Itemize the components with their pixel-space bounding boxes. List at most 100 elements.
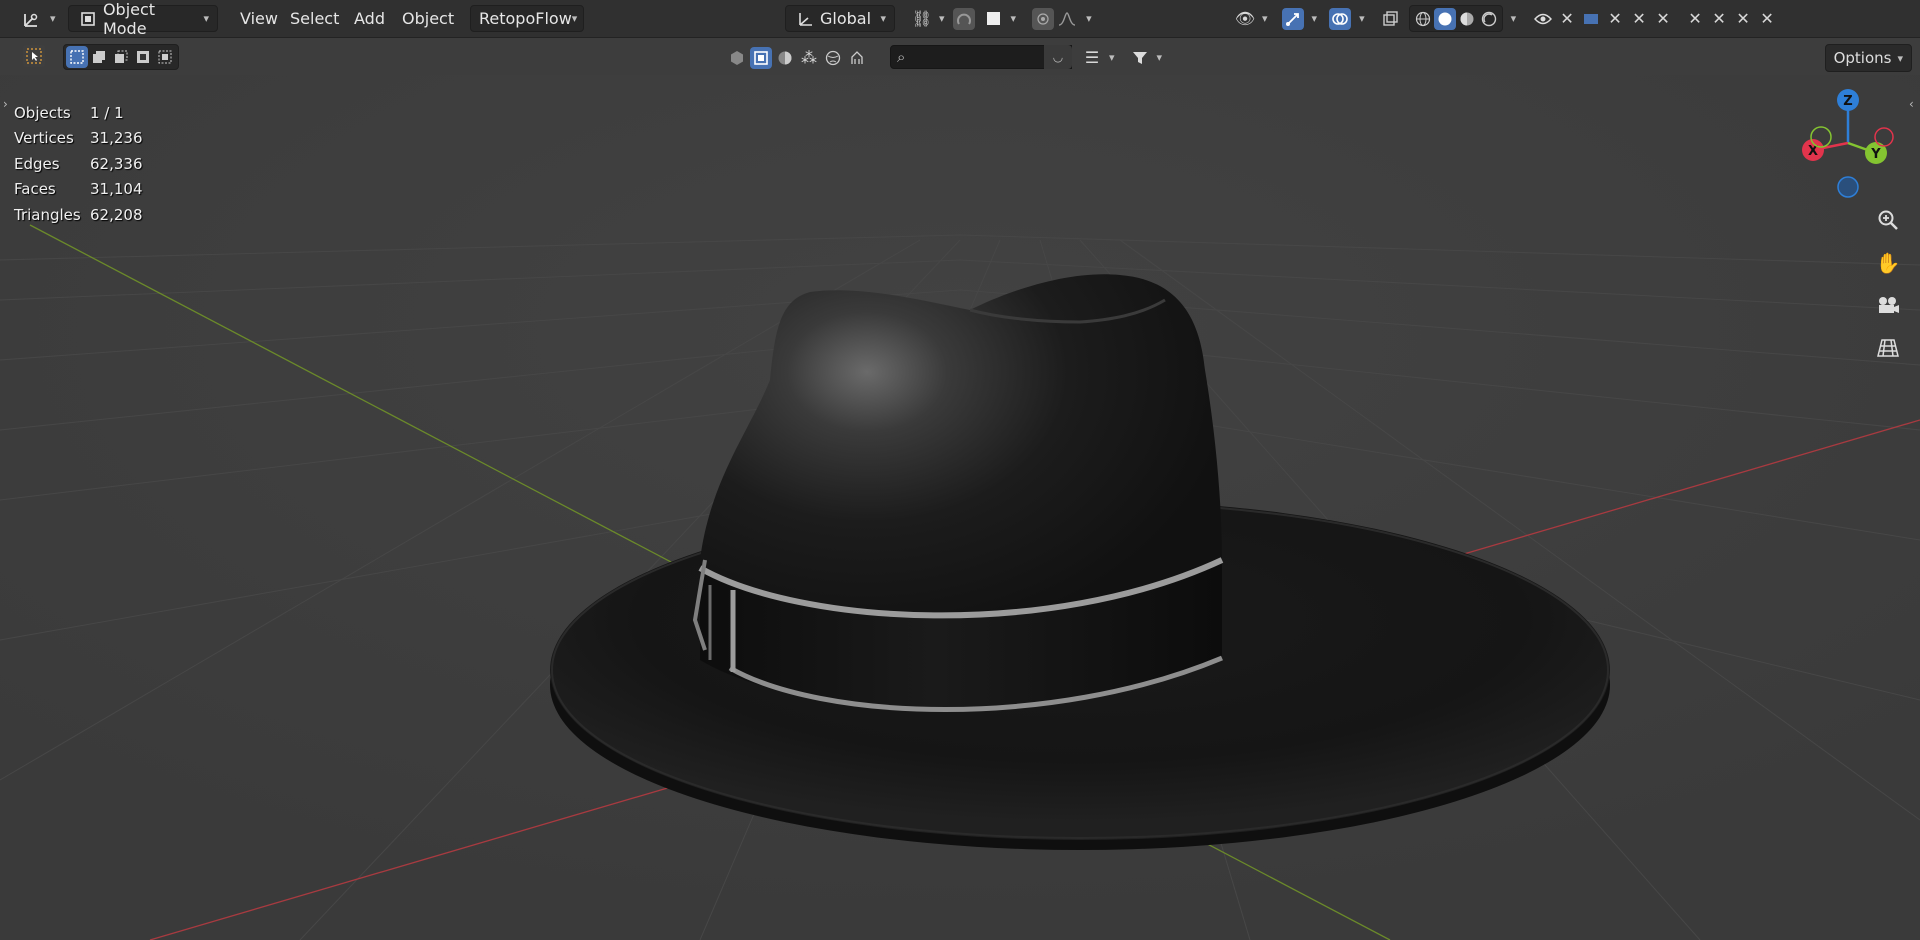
object-type-filters: ⁂	[726, 44, 868, 71]
gizmo-neg-x-axis[interactable]	[1874, 127, 1894, 147]
restrict-icon[interactable]	[1580, 8, 1602, 30]
restrict-icon[interactable]: ✕	[1556, 8, 1578, 30]
stat-value: 1 / 1	[90, 104, 124, 122]
overlays-toggle-icon[interactable]	[1329, 7, 1352, 30]
perspective-grid-icon[interactable]	[1871, 331, 1905, 365]
options-dropdown[interactable]: Options ▾	[1824, 44, 1912, 72]
stat-value: 62,336	[90, 154, 143, 173]
viewport-header: ▾ Object Mode ▾ View Select Add Object R…	[0, 0, 1920, 38]
orientation-label: Global	[820, 9, 872, 28]
display-mode-button[interactable]: ☰ ▾	[1075, 44, 1121, 71]
falloff-curve-icon[interactable]	[1056, 8, 1078, 30]
statistics-overlay: Objects 1 / 1 Vertices 31,236 Edges 62,336 …	[14, 101, 143, 228]
stat-label: Triangles	[14, 205, 81, 224]
filter-button[interactable]: ▾	[1123, 44, 1169, 71]
mode-label: Object Mode	[102, 0, 156, 38]
chevron-down-icon: ▾	[1010, 12, 1017, 25]
zoom-icon[interactable]	[1871, 203, 1905, 237]
stat-row-edges: Edges 62,336	[14, 152, 143, 177]
editor-type-button[interactable]: ▾	[16, 5, 62, 32]
object-select-icon[interactable]	[750, 46, 772, 69]
select-new-icon[interactable]	[66, 46, 88, 68]
pivot-point-button[interactable]: ⛓ ▾	[905, 5, 951, 32]
select-extend-icon[interactable]	[88, 46, 110, 68]
solid-shading-icon[interactable]	[1433, 7, 1456, 30]
chevron-down-icon[interactable]: ▾	[1312, 12, 1318, 25]
select-tool-icon[interactable]	[23, 45, 45, 67]
search-options-icon[interactable]: ◡	[1044, 45, 1072, 69]
gizmo-toggle-icon[interactable]	[1281, 7, 1304, 30]
eye-icon: 👁	[1234, 9, 1256, 28]
toolbar-expand-arrow-icon[interactable]: ›	[3, 97, 8, 111]
snap-toggle-icon[interactable]	[952, 7, 975, 30]
chevron-down-icon[interactable]: ▾	[1359, 12, 1365, 25]
restrict-icon[interactable]: ✕	[1732, 8, 1754, 30]
select-invert-icon[interactable]	[132, 46, 154, 68]
retopoflow-label: RetopoFlow	[479, 9, 572, 28]
camera-view-icon[interactable]	[1871, 288, 1905, 322]
orientation-dropdown[interactable]: Global ▾	[785, 5, 895, 32]
restrict-icon[interactable]: ✕	[1628, 8, 1650, 30]
shading-mode-group	[1408, 5, 1503, 32]
mode-dropdown[interactable]: Object Mode ▾	[68, 0, 218, 38]
restrict-icon[interactable]: ✕	[1684, 8, 1706, 30]
snap-element-button[interactable]: ▾	[977, 5, 1023, 32]
filter-funnel-icon	[1129, 47, 1151, 69]
orientation-icon	[794, 8, 816, 30]
3d-viewport[interactable]	[0, 75, 1920, 940]
restrict-icon[interactable]: ✕	[1604, 8, 1626, 30]
restrict-icon[interactable]: ✕	[1708, 8, 1730, 30]
selectability-button[interactable]: 👁 ▾	[1228, 5, 1274, 32]
wireframe-shading-icon[interactable]	[1412, 8, 1434, 30]
rendered-shading-icon[interactable]	[1478, 8, 1500, 30]
stat-row-faces: Faces 31,104	[14, 177, 143, 202]
stat-label: Faces	[14, 180, 56, 199]
chevron-down-icon: ▾	[203, 12, 209, 25]
menu-view[interactable]: View	[234, 5, 284, 32]
restrict-icon[interactable]: ✕	[1756, 8, 1778, 30]
navigation-gizmo[interactable]: Z X Y	[1790, 85, 1910, 205]
select-subtract-icon[interactable]	[110, 46, 132, 68]
search-icon: ⌕	[897, 48, 906, 66]
armature-icon[interactable]	[846, 47, 868, 69]
chevron-down-icon: ▾	[571, 12, 578, 25]
chevron-down-icon: ▾	[939, 12, 945, 25]
search-input[interactable]	[905, 48, 1050, 66]
menu-select[interactable]: Select	[284, 5, 345, 32]
menu-add[interactable]: Add	[348, 5, 391, 32]
select-intersect-icon[interactable]	[154, 46, 176, 68]
square-icon	[983, 8, 1005, 30]
link-icon: ⛓	[911, 9, 933, 28]
pivot-snap-group: ⛓ ▾ ▾ ▾	[905, 5, 1092, 32]
mesh-cube-icon[interactable]	[726, 47, 748, 69]
pan-hand-icon[interactable]: ✋	[1871, 246, 1905, 280]
stat-value: 31,104	[90, 180, 143, 199]
world-icon[interactable]	[822, 47, 844, 69]
material-sphere-icon[interactable]	[774, 47, 796, 69]
chevron-down-icon: ▾	[1897, 51, 1903, 65]
list-tree-icon: ☰	[1084, 48, 1100, 67]
filter-group: ☰ ▾ ▾	[1075, 44, 1168, 71]
stat-value: 62,208	[90, 205, 143, 224]
chevron-down-icon: ▾	[1086, 12, 1092, 25]
menu-object[interactable]: Object	[396, 5, 460, 32]
visibility-eye-icon[interactable]	[1532, 8, 1554, 30]
retopoflow-menu[interactable]: RetopoFlow ▾	[470, 5, 584, 32]
chevron-down-icon: ▾	[880, 12, 886, 25]
gizmo-neg-z-axis[interactable]	[1837, 176, 1859, 198]
chevron-down-icon: ▾	[1109, 51, 1115, 64]
particles-icon[interactable]: ⁂	[798, 47, 820, 69]
chevron-down-icon[interactable]: ▾	[1511, 12, 1517, 25]
stat-label: Edges	[14, 154, 60, 173]
gizmo-z-label: Z	[1843, 94, 1852, 109]
chevron-down-icon: ▾	[1156, 51, 1163, 64]
material-shading-icon[interactable]	[1456, 8, 1478, 30]
proportional-edit-icon[interactable]	[1032, 7, 1055, 30]
visibility-group: 👁 ▾ ▾ ▾ ▾ ✕ ✕ ✕ ✕ ✕ ✕ ✕ ✕	[1228, 5, 1778, 32]
xray-toggle-icon[interactable]	[1379, 8, 1401, 30]
selection-mode-group	[63, 44, 179, 70]
stat-row-objects: Objects 1 / 1	[14, 101, 143, 126]
chevron-down-icon: ▾	[1262, 12, 1268, 25]
object-mode-icon	[77, 8, 99, 30]
restrict-icon[interactable]: ✕	[1652, 8, 1674, 30]
